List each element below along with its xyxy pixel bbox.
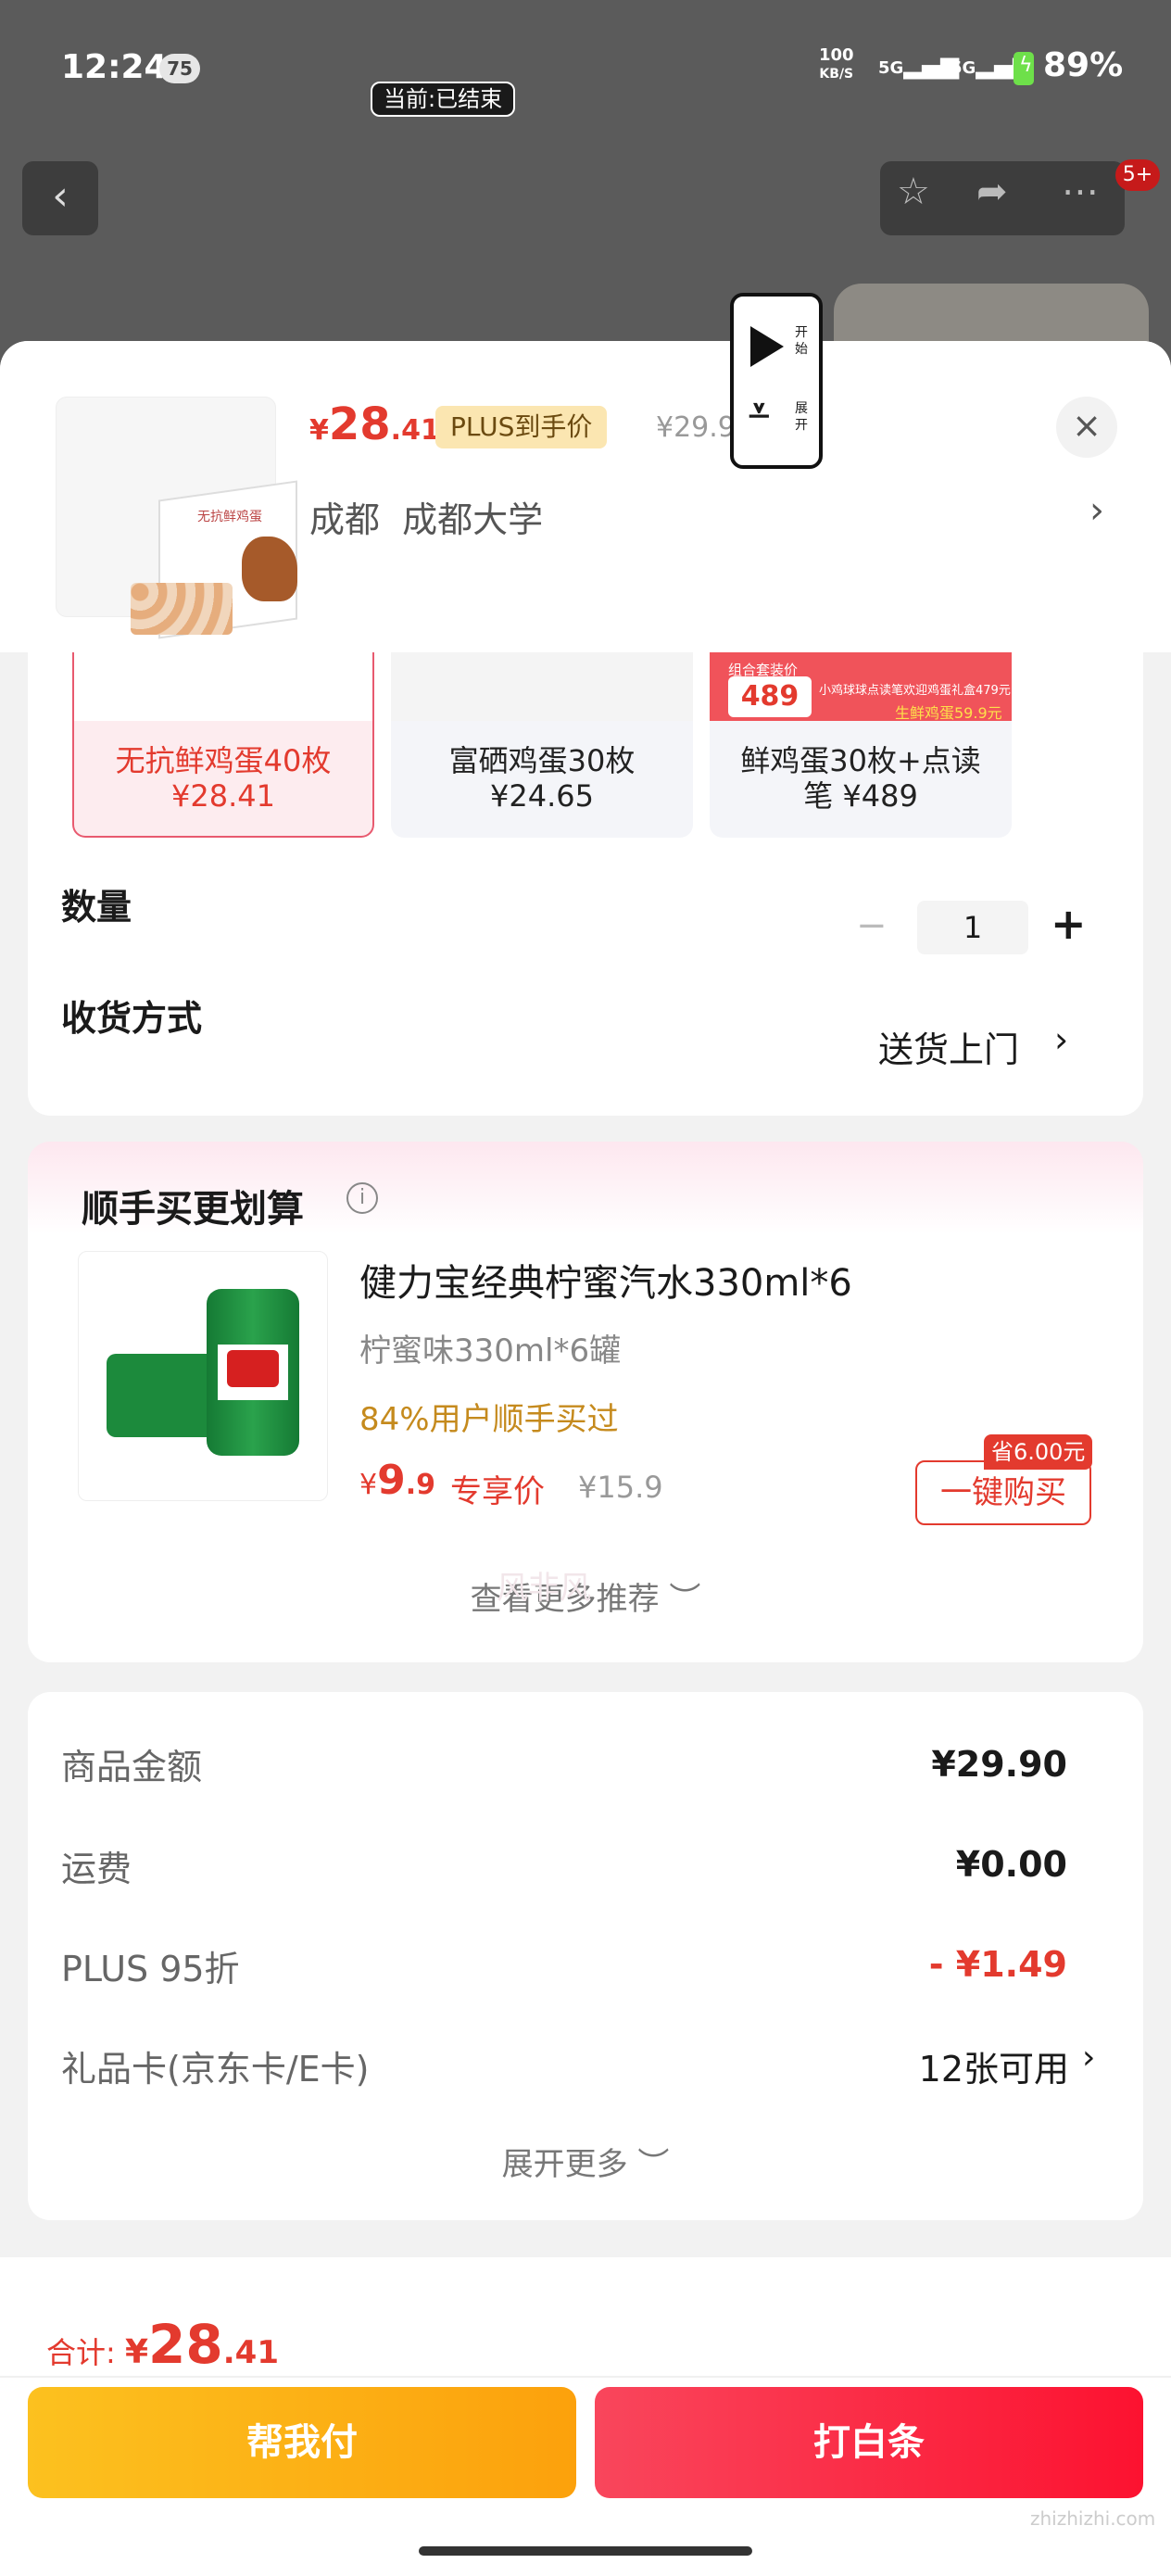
watermark-text: 风非风 — [497, 1570, 591, 1607]
spec-option[interactable]: 无抗鲜鸡蛋40枚 ¥28.41 — [72, 652, 374, 838]
chevron-right-icon[interactable]: › — [1082, 2039, 1095, 2077]
delivery-method-value[interactable]: 送货上门 — [878, 1021, 1019, 1072]
floating-recorder-control[interactable]: 开始 ⩡ 展开 — [730, 293, 823, 469]
status-bar: 12:24 75 100 KB/S 5G▂▄▆ 5G▂▄▆ ϟ 89% — [0, 0, 1171, 139]
collapse-icon[interactable]: ⩡ — [749, 393, 770, 430]
collapse-label: 展开 — [795, 401, 808, 433]
plus-price-tag: PLUS到手价 — [435, 406, 608, 448]
drink-original-price: ¥15.9 — [578, 1470, 663, 1505]
spec-option[interactable]: 组合套装价 489 小鸡球球点读笔欢迎鸡蛋礼盒479元 生鲜鸡蛋59.9元 鲜鸡… — [710, 652, 1012, 838]
spec-option[interactable]: 富硒鸡蛋30枚 ¥24.65 — [391, 652, 693, 838]
watermark-text: zhizhizhi.com — [1030, 2507, 1156, 2530]
product-thumbnail: 无抗鲜鸡蛋 — [56, 397, 297, 639]
quantity-plus-button[interactable]: + — [1051, 899, 1087, 949]
bolt-icon: ϟ — [1019, 54, 1033, 77]
save-amount-badge: 省6.00元 — [984, 1434, 1093, 1470]
spec-option-promo-image: 组合套装价 489 小鸡球球点读笔欢迎鸡蛋礼盒479元 生鲜鸡蛋59.9元 — [710, 652, 1012, 722]
sheet-header: 无抗鲜鸡蛋 ¥28.41 PLUS到手价 ¥29.9 × 成都 成都大学 › — [0, 341, 1171, 652]
chevron-left-icon: ‹ — [52, 172, 69, 220]
quantity-label: 数量 — [61, 887, 132, 928]
drink-name[interactable]: 健力宝经典柠蜜汽水330ml*6 — [359, 1253, 852, 1307]
notification-count-badge: 75 — [159, 54, 200, 83]
gift-card-label[interactable]: 礼品卡(京东卡/E卡) — [61, 2040, 369, 2091]
delivery-address[interactable]: 成都 成都大学 — [309, 491, 543, 542]
quantity-minus-button[interactable]: − — [856, 904, 888, 947]
summary-label: 运费 — [61, 1849, 132, 1889]
play-icon[interactable] — [750, 326, 784, 367]
close-button[interactable]: × — [1056, 397, 1117, 458]
recording-status: 当前:已结束 — [371, 82, 516, 117]
more-icon[interactable]: ⋯ — [1062, 170, 1099, 213]
original-price: ¥29.9 — [656, 411, 736, 444]
share-icon[interactable]: ➦ — [976, 170, 1008, 213]
purchase-sheet: 无抗鲜鸡蛋 ¥28.41 PLUS到手价 ¥29.9 × 成都 成都大学 › 无… — [0, 341, 1171, 2576]
expand-more-button[interactable]: 展开更多 ︶ — [28, 2139, 1143, 2184]
battery-percent: 89% — [1043, 46, 1124, 84]
spec-option-image — [74, 652, 372, 721]
drink-product-image[interactable] — [78, 1251, 328, 1501]
status-time: 12:24 — [61, 48, 168, 86]
chevron-right-icon[interactable]: › — [1089, 489, 1104, 532]
summary-label: 商品金额 — [61, 1747, 203, 1787]
bottom-bar: 合计: ¥28.41 帮我付 打白条 — [0, 2257, 1171, 2576]
info-icon[interactable]: i — [346, 1182, 378, 1214]
chevron-right-icon[interactable]: › — [1054, 1019, 1068, 1060]
quantity-input[interactable]: 1 — [917, 901, 1028, 954]
addon-title: 顺手买更划算 — [82, 1188, 304, 1231]
can-logo — [227, 1350, 279, 1387]
drink-spec: 柠蜜味330ml*6罐 — [359, 1332, 622, 1370]
thumbnail-title: 无抗鲜鸡蛋 — [197, 510, 262, 524]
can-pack-image — [107, 1354, 218, 1437]
network-speed: 100 KB/S — [819, 45, 854, 82]
summary-value: ¥29.90 — [931, 1744, 1067, 1785]
spec-option-image — [391, 652, 693, 721]
back-button[interactable]: ‹ — [22, 161, 98, 235]
home-indicator[interactable] — [419, 2546, 752, 2556]
summary-label: PLUS 95折 — [61, 1949, 240, 1989]
star-icon[interactable]: ☆ — [897, 170, 930, 213]
eggs-image — [131, 583, 233, 635]
spec-option-label: 富硒鸡蛋30枚 ¥24.65 — [448, 743, 636, 814]
help-me-pay-button[interactable]: 帮我付 — [28, 2387, 576, 2498]
spec-option-label: 无抗鲜鸡蛋40枚 ¥28.41 — [115, 743, 332, 814]
top-action-group: ☆ ➦ ⋯ — [880, 161, 1125, 235]
hen-image — [242, 537, 297, 601]
gift-card-value[interactable]: 12张可用 — [919, 2040, 1069, 2091]
summary-value: - ¥1.49 — [928, 1944, 1067, 1985]
drink-price: ¥9.9 — [359, 1457, 435, 1504]
baitiao-pay-button[interactable]: 打白条 — [595, 2387, 1143, 2498]
close-icon: × — [1072, 405, 1102, 446]
signal-5g-icon: 5G▂▄▆ — [878, 52, 960, 80]
spec-option-label: 鲜鸡蛋30枚+点读 笔 ¥489 — [740, 743, 981, 814]
exclusive-price-label: 专享价 — [450, 1473, 545, 1510]
product-price: ¥28.41 — [309, 398, 440, 450]
price-summary-card: 商品金额 ¥29.90 运费 ¥0.00 PLUS 95折 - ¥1.49 礼品… — [28, 1692, 1143, 2220]
one-click-buy-button[interactable]: 一键购买 — [915, 1460, 1091, 1525]
summary-value: ¥0.00 — [955, 1844, 1067, 1885]
order-total: 合计: ¥28.41 — [46, 2313, 279, 2376]
message-badge: 5+ — [1115, 159, 1160, 191]
divider — [0, 2376, 1171, 2378]
drink-purchase-percent: 84%用户顺手买过 — [359, 1401, 619, 1438]
delivery-label: 收货方式 — [61, 998, 203, 1039]
start-label: 开始 — [795, 325, 808, 357]
